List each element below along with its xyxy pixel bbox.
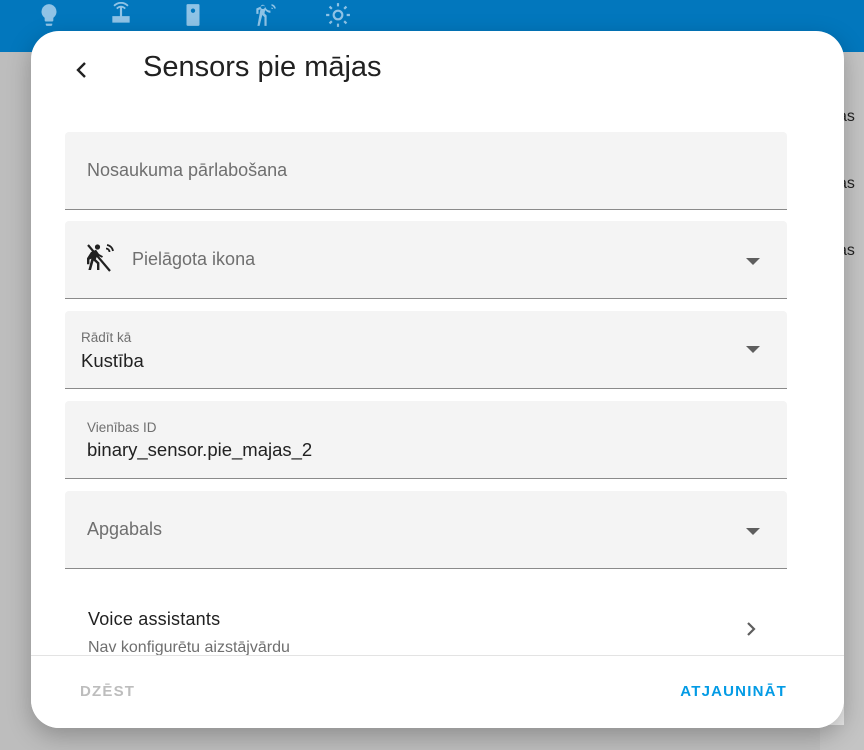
dropdown-arrow-icon[interactable] bbox=[746, 528, 760, 535]
sensor-icon[interactable] bbox=[179, 0, 207, 30]
dialog-title: Sensors pie mājas bbox=[143, 51, 382, 83]
dialog-footer: DZĒST ATJAUNINĀT bbox=[31, 655, 844, 728]
sun-icon[interactable] bbox=[324, 0, 352, 30]
motion-sensor-icon bbox=[87, 244, 114, 272]
voice-assistants-title: Voice assistants bbox=[88, 609, 221, 629]
back-button[interactable] bbox=[67, 55, 97, 85]
entity-id-field[interactable]: Vienības ID binary_sensor.pie_majas_2 bbox=[65, 401, 787, 479]
delete-button[interactable]: DZĒST bbox=[80, 683, 135, 700]
lightbulb-icon[interactable] bbox=[35, 0, 63, 30]
chevron-right-icon bbox=[747, 622, 756, 636]
area-placeholder: Apgabals bbox=[87, 519, 163, 539]
entity-id-label: Vienības ID bbox=[87, 420, 157, 435]
show-as-label: Rādīt kā bbox=[81, 330, 132, 345]
show-as-select[interactable]: Rādīt kā Kustība bbox=[65, 311, 787, 389]
chevron-left-icon bbox=[76, 62, 86, 78]
name-override-placeholder: Nosaukuma pārlabošana bbox=[87, 160, 288, 180]
dropdown-arrow-icon[interactable] bbox=[746, 346, 760, 353]
area-picker[interactable]: Apgabals bbox=[65, 491, 787, 569]
update-button[interactable]: ATJAUNINĀT bbox=[680, 683, 787, 700]
dropdown-arrow-icon[interactable] bbox=[746, 258, 760, 265]
voice-assistants-row[interactable]: Voice assistants Nav konfigurētu aizstāj… bbox=[65, 601, 787, 657]
name-override-field[interactable]: Nosaukuma pārlabošana bbox=[65, 132, 787, 210]
router-wireless-icon[interactable] bbox=[107, 0, 135, 30]
motion-sensor-icon[interactable] bbox=[251, 0, 279, 30]
custom-icon-picker[interactable]: Pielāgota ikona bbox=[65, 221, 787, 299]
entity-settings-dialog: Sensors pie mājas Nosaukuma pārlabošana … bbox=[31, 31, 844, 728]
custom-icon-placeholder: Pielāgota ikona bbox=[132, 249, 256, 269]
show-as-value: Kustība bbox=[81, 350, 144, 371]
entity-id-value[interactable]: binary_sensor.pie_majas_2 bbox=[87, 439, 312, 461]
